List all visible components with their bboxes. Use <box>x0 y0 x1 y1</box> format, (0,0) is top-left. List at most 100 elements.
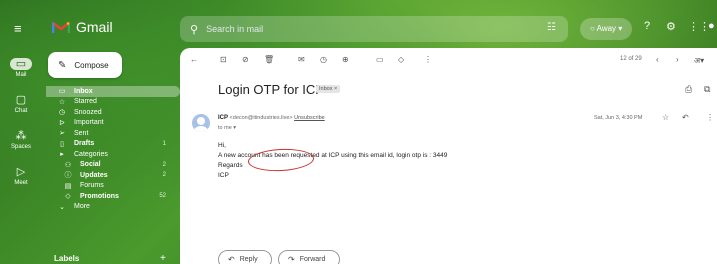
recipient-details-toggle[interactable]: to me ▾ <box>218 125 236 131</box>
search-input[interactable]: Search in mail <box>206 24 263 34</box>
forum-icon: ▤ <box>64 182 72 190</box>
archive-icon[interactable]: ⊡ <box>220 55 227 64</box>
search-options-icon[interactable]: ☷ <box>547 22 556 33</box>
sidebar-nav: ▭ Inbox ☆ Starred ◷ Snoozed ᐅ Important … <box>46 86 180 213</box>
email-subject: Login OTP for ICP <box>218 82 324 97</box>
sidebar-item-important[interactable]: ᐅ Important <box>48 118 180 129</box>
snooze-icon[interactable]: ◷ <box>320 55 327 64</box>
unread-count: 1 <box>162 140 166 147</box>
sidebar-item-starred[interactable]: ☆ Starred <box>48 97 180 108</box>
forward-label: Forward <box>299 256 326 263</box>
sidebar-item-more[interactable]: ⌄ More <box>48 202 180 213</box>
older-icon[interactable]: › <box>676 55 679 64</box>
sidebar-item-categories[interactable]: ▸ Categories <box>48 149 180 160</box>
sidebar-item-sent[interactable]: ➢ Sent <box>48 128 180 139</box>
info-icon: ⓘ <box>64 172 72 180</box>
move-to-icon[interactable]: ▭ <box>376 55 384 64</box>
email-signature: ICP <box>218 172 229 179</box>
input-tools-icon[interactable]: अ▾ <box>694 55 704 66</box>
search-icon[interactable]: ⚲ <box>190 23 198 36</box>
star-icon: ☆ <box>58 98 66 106</box>
sidebar-item-snoozed[interactable]: ◷ Snoozed <box>48 107 180 118</box>
rail-item-meet[interactable]: ▷ Meet <box>0 166 42 186</box>
unsubscribe-link[interactable]: Unsubscribe <box>294 115 325 121</box>
sidebar-item-forums[interactable]: ▤ Forums <box>48 181 180 192</box>
status-label: Away <box>596 24 617 33</box>
forward-button[interactable]: ↷ Forward <box>278 250 340 264</box>
rail-label-mail: Mail <box>15 72 27 78</box>
rail-label-spaces: Spaces <box>10 144 31 150</box>
add-task-icon[interactable]: ⊕ <box>342 55 349 64</box>
inbox-label-chip[interactable]: Inbox × <box>316 85 341 93</box>
compose-label: Compose <box>74 60 109 70</box>
important-icon: ᐅ <box>59 119 65 127</box>
email-regards: Regards <box>218 162 243 169</box>
open-in-new-window-icon[interactable]: ⧉ <box>704 84 710 95</box>
rail-label-chat: Chat <box>14 108 28 114</box>
status-indicator[interactable]: ○ Away ▾ <box>580 18 633 40</box>
delete-icon[interactable]: 🗑 <box>264 55 274 64</box>
meet-icon: ▷ <box>16 166 26 178</box>
help-icon[interactable]: ? <box>644 20 650 32</box>
sidebar-item-label: Updates <box>80 171 108 179</box>
email-toolbar: ← ⊡ ⊘ 🗑 ✉ ◷ ⊕ ▭ ◇ ⋮ 12 of 29 ‹ › अ▾ <box>180 48 717 72</box>
sidebar-item-label: Sent <box>74 129 89 137</box>
more-options-icon[interactable]: ⋮ <box>706 113 714 122</box>
account-avatar-icon[interactable]: ● <box>708 20 715 32</box>
sender-name: ICP <box>218 115 229 121</box>
unread-count: 2 <box>162 161 166 168</box>
email-date: Sat, Jun 3, 4:30 PM <box>594 115 643 121</box>
sender-line: ICP <decon@itindustries.live> Unsubscrib… <box>218 115 325 121</box>
apps-grid-icon[interactable]: ⋮⋮ <box>688 20 710 33</box>
inbox-icon: ▭ <box>58 88 66 96</box>
unread-count: 2 <box>162 172 166 179</box>
add-label-icon[interactable]: + <box>160 253 166 264</box>
gmail-window: ≡ ▭ Mail ▢ Chat ⁂ Spaces ▷ Meet Gmail ⚲ … <box>0 0 717 264</box>
draft-icon: ▯ <box>60 140 64 148</box>
sender-avatar <box>192 114 210 132</box>
mark-unread-icon[interactable]: ✉ <box>298 55 305 64</box>
rail-item-mail[interactable]: ▭ Mail <box>0 58 42 78</box>
email-greeting: Hi, <box>218 142 226 149</box>
report-spam-icon[interactable]: ⊘ <box>242 55 249 64</box>
sender-email: <decon@itindustries.live> <box>229 115 293 121</box>
sidebar-item-label: Snoozed <box>74 108 102 116</box>
sidebar-item-promotions[interactable]: ◇ Promotions 52 <box>48 191 180 202</box>
sidebar-item-social[interactable]: ⚇ Social 2 <box>48 160 180 171</box>
back-arrow-icon[interactable]: ← <box>190 55 198 64</box>
tag-icon: ◇ <box>65 193 71 201</box>
reply-button[interactable]: ↶ Reply <box>218 250 272 264</box>
reply-icon[interactable]: ↶ <box>682 113 689 122</box>
sidebar-item-drafts[interactable]: ▯ Drafts 1 <box>48 139 180 150</box>
reply-label: Reply <box>239 256 258 263</box>
sidebar-item-label: More <box>74 203 90 211</box>
star-icon[interactable]: ☆ <box>662 113 669 122</box>
print-icon[interactable]: ⎙ <box>685 84 692 95</box>
sidebar-item-updates[interactable]: ⓘ Updates 2 <box>48 170 180 181</box>
sidebar-item-inbox[interactable]: ▭ Inbox <box>46 86 180 97</box>
search-bar[interactable]: ⚲ Search in mail ☷ <box>180 16 568 42</box>
gmail-logo[interactable]: Gmail <box>52 19 113 35</box>
unread-count: 52 <box>159 193 166 200</box>
rail-item-chat[interactable]: ▢ Chat <box>0 94 42 114</box>
label-icon: ▸ <box>60 151 64 159</box>
pager-text: 12 of 29 <box>620 56 642 62</box>
more-options-icon[interactable]: ⋮ <box>424 55 432 64</box>
clock-icon: ◷ <box>58 109 66 117</box>
rail-item-spaces[interactable]: ⁂ Spaces <box>0 130 42 150</box>
settings-icon[interactable]: ⚙ <box>666 20 676 33</box>
send-icon: ➢ <box>59 130 65 138</box>
labels-heading: Labels <box>54 254 80 263</box>
label-icon[interactable]: ◇ <box>398 55 404 64</box>
spaces-icon: ⁂ <box>15 130 27 142</box>
sidebar-item-label: Starred <box>74 98 97 106</box>
sidebar-item-label: Inbox <box>74 87 93 95</box>
sidebar-item-label: Important <box>74 119 104 127</box>
chat-icon: ▢ <box>15 94 27 106</box>
app-name: Gmail <box>76 19 113 35</box>
status-dot-icon: ○ <box>590 24 595 33</box>
rail-label-meet: Meet <box>14 180 28 186</box>
compose-button[interactable]: ✎ Compose <box>48 52 122 78</box>
sidebar-item-label: Forums <box>80 182 104 190</box>
newer-icon[interactable]: ‹ <box>656 55 659 64</box>
